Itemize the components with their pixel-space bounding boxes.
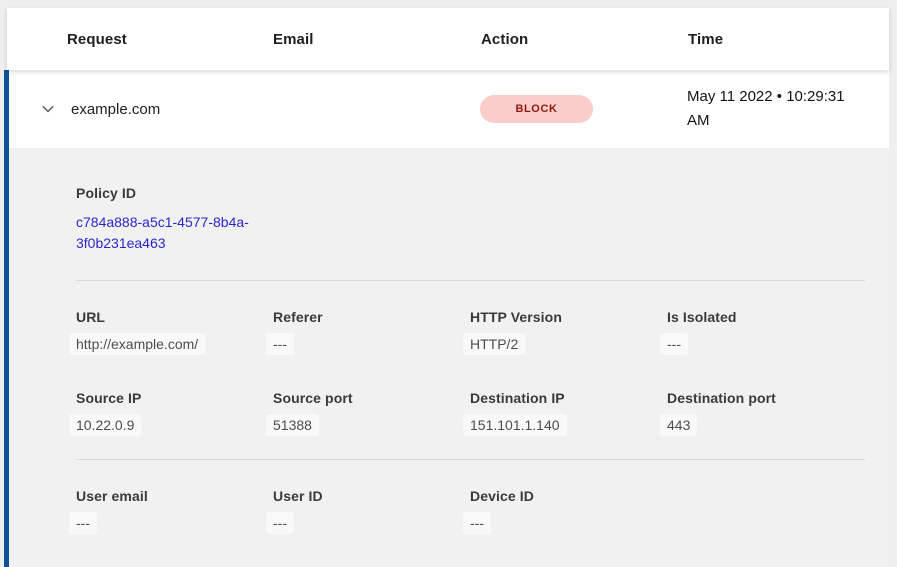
destination-ip-field: Destination IP 151.101.1.140 [470,390,667,433]
policy-id-field: Policy ID c784a888-a5c1-4577-8b4a-3f0b23… [76,185,865,254]
field-label: URL [76,309,273,325]
row-detail-panel: Policy ID c784a888-a5c1-4577-8b4a-3f0b23… [9,148,889,549]
column-header-action: Action [481,31,688,48]
field-label: Is Isolated [667,309,865,325]
field-label: Device ID [470,488,667,504]
source-ip-field: Source IP 10.22.0.9 [76,390,273,433]
column-header-request: Request [67,31,273,48]
column-header-time: Time [688,31,889,48]
field-value: 151.101.1.140 [463,414,567,436]
action-cell: BLOCK [480,95,687,123]
field-value: HTTP/2 [463,333,525,355]
expanded-row-group: example.com BLOCK May 11 2022 • 10:29:31… [4,70,889,567]
field-value: --- [69,512,97,534]
field-value: http://example.com/ [69,333,205,355]
field-label: Destination IP [470,390,667,406]
time-cell: May 11 2022 • 10:29:31 AM [687,85,859,133]
field-value: 10.22.0.9 [69,414,141,436]
field-value: --- [660,333,688,355]
section-divider [76,459,865,460]
url-field: URL http://example.com/ [76,309,273,352]
policy-id-label: Policy ID [76,185,865,201]
source-port-field: Source port 51388 [273,390,470,433]
field-value: 443 [660,414,697,436]
user-email-field: User email --- [76,488,273,531]
http-version-field: HTTP Version HTTP/2 [470,309,667,352]
field-value: --- [463,512,491,534]
is-isolated-field: Is Isolated --- [667,309,865,352]
user-details-grid: User email --- User ID --- Device ID --- [76,488,865,531]
device-id-field: Device ID --- [470,488,667,531]
field-value: 51388 [266,414,319,436]
column-header-email: Email [273,31,481,48]
logs-table: Request Email Action Time example.com BL… [4,8,889,567]
http-logs-view: Request Email Action Time example.com BL… [0,0,897,567]
field-label: User email [76,488,273,504]
field-label: Referer [273,309,470,325]
referer-field: Referer --- [273,309,470,352]
field-label: HTTP Version [470,309,667,325]
field-value: --- [266,512,294,534]
field-label: Source port [273,390,470,406]
chevron-down-icon[interactable] [40,101,56,117]
destination-port-field: Destination port 443 [667,390,865,433]
field-value: --- [266,333,294,355]
request-details-grid: URL http://example.com/ Referer --- HTTP… [76,309,865,433]
table-row[interactable]: example.com BLOCK May 11 2022 • 10:29:31… [9,70,889,148]
status-badge: BLOCK [480,95,593,123]
request-cell: example.com [71,101,272,118]
field-label: Destination port [667,390,865,406]
field-label: Source IP [76,390,273,406]
user-id-field: User ID --- [273,488,470,531]
field-label: User ID [273,488,470,504]
section-divider [76,280,865,281]
table-header-row: Request Email Action Time [7,8,889,70]
policy-id-link[interactable]: c784a888-a5c1-4577-8b4a-3f0b231ea463 [76,212,278,254]
